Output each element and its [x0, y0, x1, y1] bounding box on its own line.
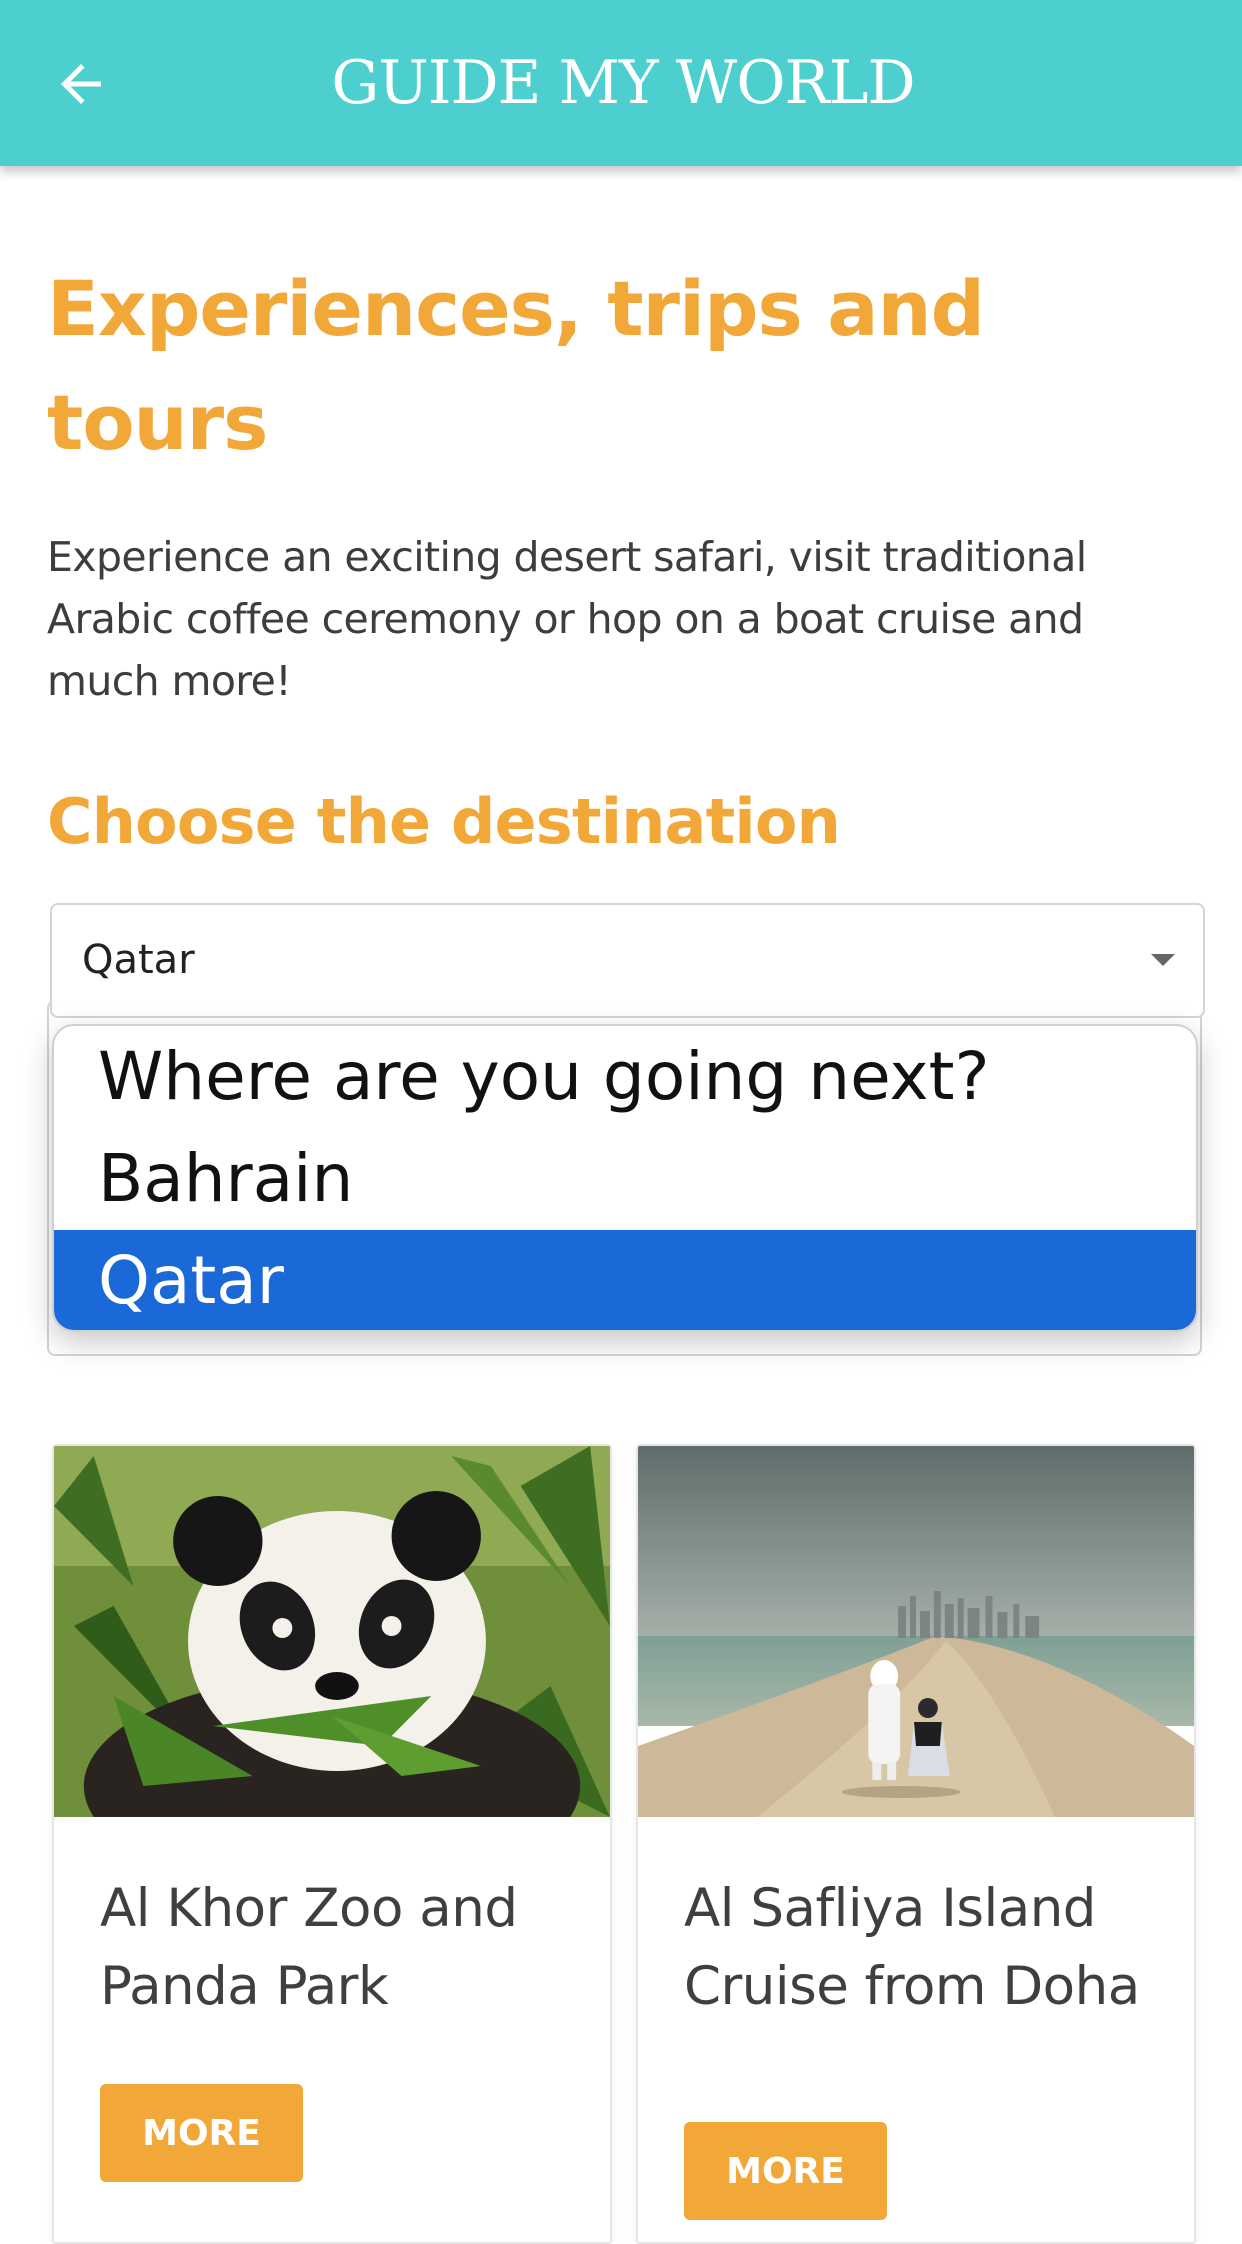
page-description: Experience an exciting desert safari, vi… — [47, 533, 1087, 705]
destination-heading: Choose the destination — [47, 785, 841, 858]
destination-dropdown: Where are you going next? Bahrain Qatar — [52, 1024, 1198, 1332]
card-title: Al Khor Zoo and Panda Park — [100, 1878, 518, 2017]
option-bahrain[interactable]: Bahrain — [54, 1128, 1196, 1230]
chevron-down-icon — [1151, 954, 1175, 966]
experience-card[interactable]: Al Safliya Island Cruise from Doha MORE — [636, 1444, 1196, 2244]
app-title: GUIDE MY WORLD — [331, 48, 915, 118]
destination-select[interactable]: Qatar — [50, 903, 1205, 1018]
panda-photo — [54, 1446, 610, 1817]
option-qatar[interactable]: Qatar — [54, 1230, 1196, 1330]
beach-skyline-photo — [638, 1446, 1194, 1817]
option-placeholder[interactable]: Where are you going next? — [54, 1026, 1196, 1128]
more-button[interactable]: MORE — [100, 2084, 303, 2182]
experience-card[interactable]: Al Khor Zoo and Panda Park MORE — [52, 1444, 612, 2244]
app-bar: GUIDE MY WORLD — [0, 0, 1242, 166]
destination-selected-value: Qatar — [82, 937, 195, 983]
card-title: Al Safliya Island Cruise from Doha — [684, 1878, 1140, 2017]
page-title: Experiences, trips and tours — [47, 264, 985, 467]
more-button[interactable]: MORE — [684, 2122, 887, 2220]
